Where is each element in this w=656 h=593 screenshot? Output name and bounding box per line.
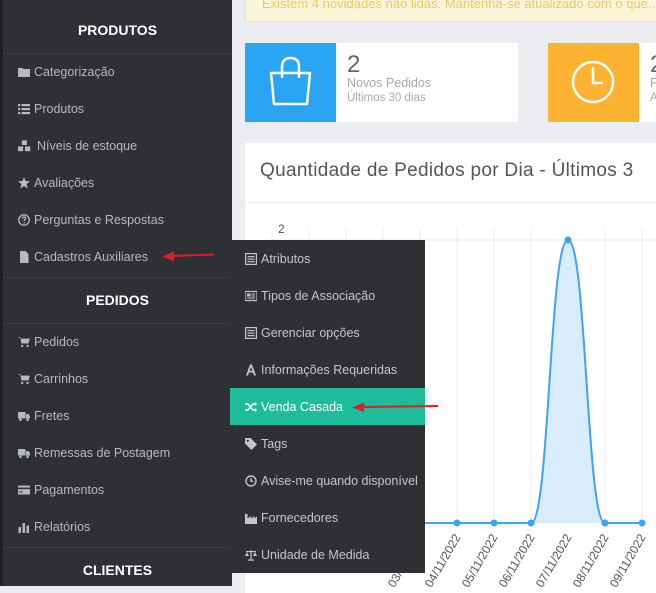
pending-count: 2 bbox=[650, 51, 656, 79]
data-point[interactable] bbox=[490, 519, 498, 527]
submenu-item-fornecedores[interactable]: Fornecedores bbox=[230, 499, 425, 536]
submenu-item-gerenciar-opcoes[interactable]: Gerenciar opções bbox=[230, 314, 425, 351]
font-icon bbox=[244, 363, 257, 376]
submenu-item-label: Unidade de Medida bbox=[261, 547, 370, 562]
new-orders-period: Últimos 30 dias bbox=[347, 92, 426, 104]
clock-icon bbox=[571, 60, 615, 104]
x-tick-label: 08/11/2022 bbox=[570, 531, 612, 590]
x-tick-label: 06/11/2022 bbox=[496, 531, 538, 590]
random-icon bbox=[244, 400, 257, 413]
list-alt-icon bbox=[244, 252, 257, 265]
sidebar-item-label: Cadastros Auxiliares bbox=[34, 250, 148, 264]
folder-icon bbox=[17, 66, 30, 79]
sidebar-item-label: Carrinhos bbox=[34, 372, 89, 386]
clock-icon bbox=[244, 474, 257, 487]
shopping-bag-icon bbox=[269, 56, 312, 106]
submenu-item-label: Atributos bbox=[261, 251, 311, 266]
submenu-item-unidade-medida[interactable]: Unidade de Medida bbox=[230, 536, 425, 573]
sidebar-item-categorizacao[interactable]: Categorização bbox=[17, 62, 115, 82]
sidebar: PRODUTOS Categorização Produtos Níveis d… bbox=[0, 0, 232, 586]
x-tick-label: 09/11/2022 bbox=[607, 531, 649, 590]
sidebar-item-produtos[interactable]: Produtos bbox=[17, 99, 84, 119]
truck-icon bbox=[17, 447, 30, 460]
truck-icon bbox=[17, 410, 30, 423]
sidebar-item-remessas[interactable]: Remessas de Postagem bbox=[17, 443, 170, 463]
balance-scale-icon bbox=[244, 548, 257, 561]
data-point[interactable] bbox=[453, 519, 461, 527]
submenu-item-label: Tags bbox=[261, 436, 288, 451]
sidebar-item-label: Perguntas e Respostas bbox=[34, 213, 164, 227]
section-title-clientes: CLIENTES bbox=[3, 547, 232, 586]
submenu-item-tags[interactable]: Tags bbox=[230, 425, 425, 462]
submenu-item-label: Gerenciar opções bbox=[261, 325, 360, 340]
sidebar-item-label: Remessas de Postagem bbox=[34, 446, 171, 460]
sidebar-item-label: Níveis de estoque bbox=[37, 139, 138, 153]
star-icon bbox=[17, 177, 30, 190]
cart-icon bbox=[17, 336, 30, 349]
x-tick-label: 05/11/2022 bbox=[459, 531, 501, 590]
submenu-item-tipos-associacao[interactable]: Tipos de Associação bbox=[230, 277, 425, 314]
data-point[interactable] bbox=[527, 519, 535, 527]
sidebar-item-cadastros-auxiliares[interactable]: Cadastros Auxiliares bbox=[17, 247, 148, 267]
new-orders-card[interactable]: 2 Novos Pedidos Últimos 30 dias bbox=[245, 43, 518, 122]
x-tick-label: 07/11/2022 bbox=[533, 531, 575, 590]
data-point[interactable] bbox=[601, 519, 609, 527]
pending-label: P bbox=[650, 76, 656, 90]
newspaper-icon bbox=[244, 289, 257, 302]
pending-card[interactable]: 2 P A bbox=[548, 43, 656, 122]
new-orders-icon-box bbox=[245, 43, 336, 122]
sidebar-item-relatorios[interactable]: Relatórios bbox=[17, 517, 90, 537]
sidebar-item-label: Pagamentos bbox=[34, 483, 105, 497]
file-icon bbox=[17, 251, 30, 264]
data-point[interactable] bbox=[564, 236, 572, 244]
submenu-item-label: Tipos de Associação bbox=[261, 288, 376, 303]
list-alt-icon bbox=[244, 326, 257, 339]
submenu-item-avise-me[interactable]: Avise-me quando disponível bbox=[230, 462, 425, 499]
industry-icon bbox=[244, 511, 257, 524]
y-tick-label: 2 bbox=[278, 222, 285, 236]
sidebar-item-perguntas[interactable]: Perguntas e Respostas bbox=[17, 210, 164, 230]
list-icon bbox=[17, 103, 30, 116]
new-orders-label: Novos Pedidos bbox=[347, 76, 432, 90]
credit-card-icon bbox=[17, 484, 30, 497]
tag-icon bbox=[244, 437, 257, 450]
submenu-item-label: Fornecedores bbox=[261, 510, 339, 525]
annotation-arrow-cadastros bbox=[162, 251, 215, 261]
cubes-icon bbox=[17, 140, 33, 153]
sidebar-item-label: Categorização bbox=[34, 65, 115, 79]
section-title-produtos: PRODUTOS bbox=[3, 8, 232, 54]
sidebar-item-niveis-estoque[interactable]: Níveis de estoque bbox=[17, 136, 137, 156]
sidebar-item-pagamentos[interactable]: Pagamentos bbox=[17, 480, 104, 500]
submenu-item-informacoes-requeridas[interactable]: Informações Requeridas bbox=[230, 351, 425, 388]
sidebar-item-avaliacoes[interactable]: Avaliações bbox=[17, 173, 94, 193]
submenu-item-label: Informações Requeridas bbox=[261, 362, 398, 377]
pending-period: A bbox=[650, 92, 656, 104]
sidebar-item-carrinhos[interactable]: Carrinhos bbox=[17, 369, 88, 389]
submenu-item-label: Avise-me quando disponível bbox=[261, 473, 418, 488]
submenu-item-label: Venda Casada bbox=[261, 399, 344, 414]
section-title-pedidos: PEDIDOS bbox=[3, 277, 232, 324]
cart-icon bbox=[17, 373, 30, 386]
alert-text: Existem 4 novidades não lidas. Mantenha-… bbox=[262, 0, 656, 11]
data-point[interactable] bbox=[638, 519, 646, 527]
question-circle-icon bbox=[17, 214, 30, 227]
sidebar-item-label: Pedidos bbox=[34, 335, 80, 349]
sidebar-item-label: Avaliações bbox=[34, 176, 95, 190]
annotation-arrow-venda-casada bbox=[352, 402, 439, 412]
submenu-item-atributos[interactable]: Atributos bbox=[230, 240, 425, 277]
x-tick-label: 04/11/2022 bbox=[422, 531, 464, 590]
sidebar-item-fretes[interactable]: Fretes bbox=[17, 406, 69, 426]
sidebar-item-label: Produtos bbox=[34, 102, 85, 116]
sidebar-item-label: Relatórios bbox=[34, 520, 91, 534]
sidebar-item-pedidos[interactable]: Pedidos bbox=[17, 332, 79, 352]
pending-icon-box bbox=[548, 43, 639, 122]
bar-chart-icon bbox=[17, 521, 30, 534]
novidades-alert[interactable]: Existem 4 novidades não lidas. Mantenha-… bbox=[245, 0, 656, 22]
new-orders-count: 2 bbox=[347, 51, 361, 78]
sidebar-item-label: Fretes bbox=[34, 409, 70, 423]
